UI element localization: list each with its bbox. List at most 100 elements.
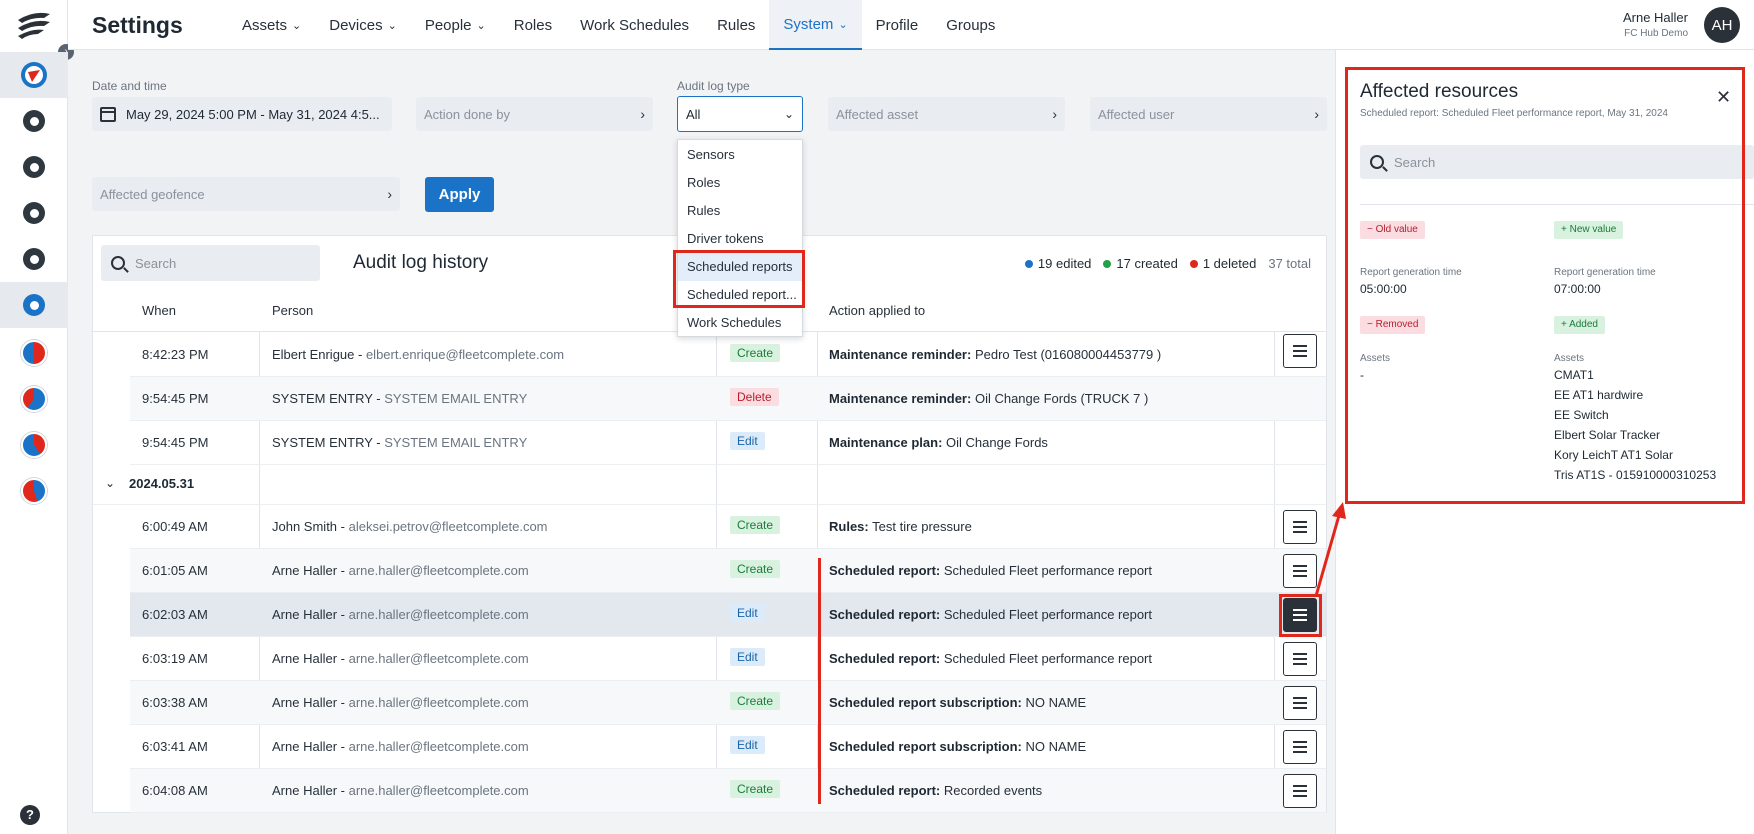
table-row[interactable]: 6:01:05 AM Arne Haller - arne.haller@fle… bbox=[130, 549, 1326, 593]
details-list-button[interactable] bbox=[1283, 642, 1317, 676]
chevron-down-icon: ⌄ bbox=[783, 107, 794, 121]
status-badge: Edit bbox=[730, 432, 765, 450]
app-switch-item[interactable] bbox=[0, 52, 68, 98]
nav-tab-work-schedules[interactable]: Work Schedules bbox=[566, 0, 703, 50]
affected-asset-field[interactable]: Affected asset › bbox=[828, 97, 1065, 131]
nav-tab-rules[interactable]: Rules bbox=[703, 0, 769, 50]
affected-user-field[interactable]: Affected user › bbox=[1090, 97, 1327, 131]
nav-tab-groups[interactable]: Groups bbox=[932, 0, 1009, 50]
chevron-right-icon: › bbox=[387, 186, 392, 202]
calendar-icon bbox=[100, 106, 116, 122]
nav-tab-devices[interactable]: Devices ⌄ bbox=[315, 0, 411, 50]
table-title: Audit log history bbox=[353, 252, 489, 273]
page-title: Settings bbox=[92, 12, 183, 38]
settings-gear-icon bbox=[23, 294, 45, 316]
app-item-1[interactable] bbox=[0, 330, 68, 376]
table-search-input[interactable]: Search bbox=[101, 245, 320, 281]
status-badge: Edit bbox=[730, 604, 765, 622]
help-icon[interactable]: ? bbox=[20, 805, 40, 825]
nav-tab-profile[interactable]: Profile bbox=[862, 0, 933, 50]
chevron-down-icon: ⌄ bbox=[105, 476, 116, 490]
status-badge: Edit bbox=[730, 736, 765, 754]
wrench-icon bbox=[23, 248, 45, 270]
date-range-field[interactable]: May 29, 2024 5:00 PM - May 31, 2024 4:5.… bbox=[92, 97, 392, 131]
chevron-down-icon: ⌄ bbox=[387, 19, 397, 32]
app-icon-1 bbox=[21, 340, 47, 366]
status-badge: Edit bbox=[730, 648, 765, 666]
fleet-complete-logo[interactable] bbox=[14, 8, 54, 42]
table-row[interactable]: 6:04:08 AM Arne Haller - arne.haller@fle… bbox=[130, 769, 1326, 813]
top-bar: Settings Assets ⌄ Devices ⌄ People ⌄ Roles … bbox=[68, 0, 1754, 50]
dashboard-item[interactable] bbox=[0, 98, 68, 144]
menu-item-rules[interactable]: Rules bbox=[678, 197, 802, 225]
dashboard-icon bbox=[23, 110, 45, 132]
app-root: › ? Settings Assets⌄ Devices⌄ People⌄ Ro… bbox=[0, 0, 1754, 834]
document-item[interactable] bbox=[0, 190, 68, 236]
apply-button[interactable]: Apply bbox=[425, 177, 494, 212]
app-item-4[interactable] bbox=[0, 468, 68, 514]
date-group-header[interactable]: ⌄ 2024.05.31 bbox=[93, 461, 1326, 505]
nav-tab-roles[interactable]: Roles bbox=[500, 0, 566, 50]
user-info[interactable]: Arne Haller FC Hub Demo bbox=[1623, 10, 1688, 39]
edited-dot-icon bbox=[1024, 260, 1033, 268]
table-row[interactable]: 6:03:41 AM Arne Haller - arne.haller@fle… bbox=[130, 725, 1326, 769]
map-item[interactable] bbox=[0, 144, 68, 190]
table-row[interactable]: 6:03:19 AM Arne Haller - arne.haller@fle… bbox=[130, 637, 1326, 681]
audit-type-select[interactable]: All ⌄ bbox=[677, 96, 803, 132]
details-list-button[interactable] bbox=[1283, 334, 1317, 368]
table-row[interactable]: 6:00:49 AM John Smith - aleksei.petrov@f… bbox=[130, 505, 1326, 549]
table-row[interactable]: 8:42:23 PM Elbert Enrigue - elbert.enriq… bbox=[130, 333, 1326, 377]
maintenance-item[interactable] bbox=[0, 236, 68, 282]
status-badge: Create bbox=[730, 560, 781, 578]
chevron-down-icon: ⌄ bbox=[838, 18, 848, 31]
annotation-box-menu bbox=[673, 250, 805, 308]
app-icon-2 bbox=[21, 386, 47, 412]
created-dot-icon bbox=[1103, 260, 1112, 268]
col-person[interactable]: Person bbox=[272, 303, 313, 318]
user-name: Arne Haller bbox=[1622, 10, 1688, 25]
menu-item-work-schedules[interactable]: Work Schedules bbox=[678, 309, 802, 337]
menu-item-sensors[interactable]: Sensors bbox=[678, 141, 802, 169]
main-nav: Assets ⌄ Devices ⌄ People ⌄ Roles Work Sche… bbox=[228, 0, 1009, 50]
log-stats: 19 edited 17 created 1 deleted 37 total bbox=[1024, 256, 1311, 271]
menu-item-driver-tokens[interactable]: Driver tokens bbox=[678, 225, 802, 253]
document-icon bbox=[23, 202, 45, 224]
app-item-3[interactable] bbox=[0, 422, 68, 468]
details-list-button[interactable] bbox=[1283, 774, 1317, 808]
annotation-box-panel bbox=[1345, 67, 1745, 504]
col-when[interactable]: When bbox=[142, 303, 176, 318]
table-row[interactable]: 9:54:45 PM SYSTEM ENTRY - SYSTEM EMAIL E… bbox=[130, 377, 1326, 421]
search-icon bbox=[111, 256, 125, 270]
app-item-2[interactable] bbox=[0, 376, 68, 422]
chevron-right-icon: › bbox=[1052, 106, 1057, 122]
annotation-box-button bbox=[1279, 594, 1322, 637]
annotation-line bbox=[818, 558, 821, 804]
action-done-by-field[interactable]: Action done by › bbox=[416, 97, 653, 131]
menu-item-roles[interactable]: Roles bbox=[678, 169, 802, 197]
left-rail: › ? bbox=[0, 0, 74, 834]
status-badge: Create bbox=[730, 692, 781, 710]
status-badge: Delete bbox=[730, 388, 779, 406]
table-row-selected[interactable]: 6:02:03 AM Arne Haller - arne.haller@fle… bbox=[130, 593, 1326, 637]
status-badge: Create bbox=[730, 516, 781, 534]
col-action-applied[interactable]: Action applied to bbox=[829, 303, 925, 318]
audit-type-label: Audit log type bbox=[677, 79, 750, 93]
affected-geofence-field[interactable]: Affected geofence › bbox=[92, 177, 400, 211]
avatar[interactable]: AH bbox=[1704, 7, 1740, 43]
deleted-count: 1 deleted bbox=[1202, 256, 1257, 271]
table-row[interactable]: 6:03:38 AM Arne Haller - arne.haller@fle… bbox=[130, 681, 1326, 725]
nav-tab-system[interactable]: System ⌄ bbox=[769, 0, 862, 50]
annotation-arrow bbox=[1314, 502, 1346, 597]
app-icon-3 bbox=[21, 432, 47, 458]
nav-tab-assets[interactable]: Assets ⌄ bbox=[228, 0, 315, 50]
settings-item[interactable] bbox=[0, 282, 68, 328]
edited-count: 19 edited bbox=[1037, 256, 1092, 271]
nav-tab-people[interactable]: People ⌄ bbox=[411, 0, 500, 50]
user-company: FC Hub Demo bbox=[1624, 28, 1688, 39]
table-row[interactable]: 9:54:45 PM SYSTEM ENTRY - SYSTEM EMAIL E… bbox=[130, 421, 1326, 465]
details-list-button[interactable] bbox=[1283, 686, 1317, 720]
app-icon-4 bbox=[21, 478, 47, 504]
chevron-right-icon: › bbox=[1314, 106, 1319, 122]
chevron-down-icon: ⌄ bbox=[292, 19, 302, 32]
details-list-button[interactable] bbox=[1283, 730, 1317, 764]
